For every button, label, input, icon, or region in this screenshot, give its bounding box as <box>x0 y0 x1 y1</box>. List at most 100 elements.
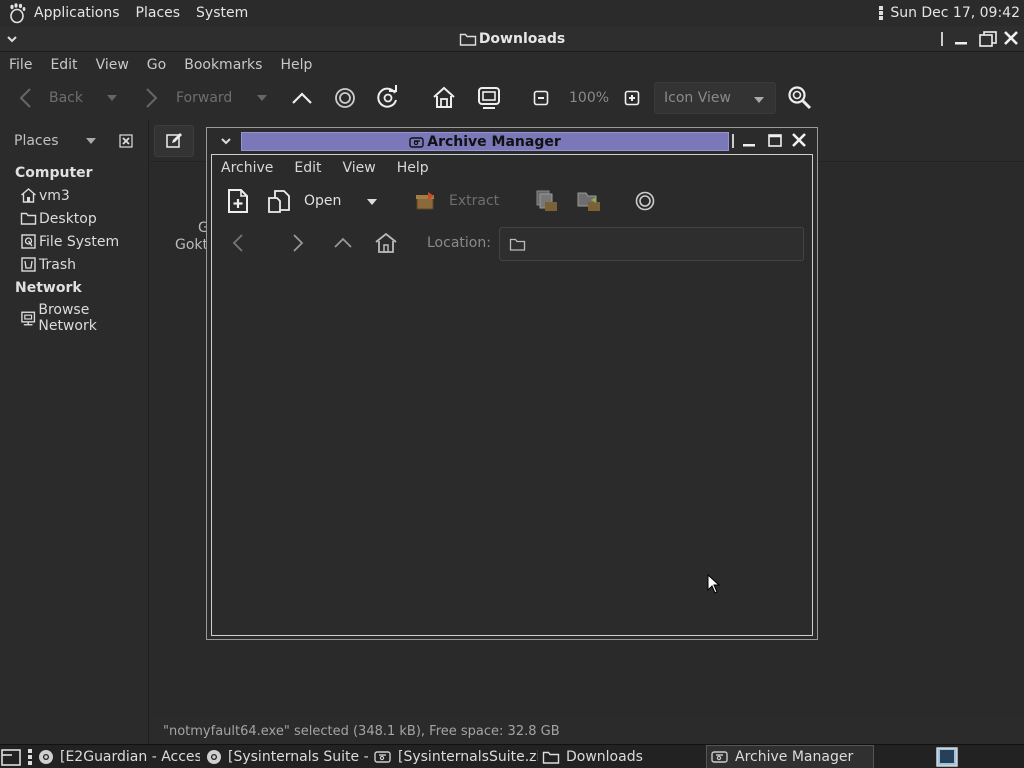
task-label: Downloads <box>566 749 643 765</box>
chevron-down-icon <box>86 138 96 144</box>
stop-icon[interactable] <box>634 190 656 212</box>
menu-help[interactable]: Help <box>280 57 312 73</box>
clock[interactable]: Sun Dec 17, 09:42 <box>890 5 1020 21</box>
gnome-foot-icon[interactable] <box>6 2 28 24</box>
add-files-icon[interactable] <box>533 189 559 213</box>
archive-manager-titlebar: Archive Manager <box>207 128 817 154</box>
close-icon[interactable] <box>1002 29 1020 47</box>
home-icon[interactable] <box>431 85 457 111</box>
add-folder-icon[interactable] <box>576 189 602 213</box>
back-history-dropdown-icon[interactable] <box>106 94 118 102</box>
menu-view[interactable]: View <box>96 57 129 73</box>
sidebar-item-label: Trash <box>39 256 76 273</box>
archive-manager-window: Archive Manager Archive Edit View Help O… <box>206 127 818 640</box>
folder-icon <box>459 33 477 46</box>
window-menu-icon[interactable] <box>220 137 232 147</box>
back-arrow-icon[interactable] <box>230 232 246 254</box>
applications-menu[interactable]: Applications <box>34 5 120 21</box>
menu-file[interactable]: File <box>9 57 32 73</box>
folder-icon <box>542 751 560 764</box>
close-sidebar-icon[interactable] <box>119 134 133 148</box>
close-icon[interactable] <box>790 131 808 149</box>
separator <box>941 32 943 46</box>
sidebar-item-desktop[interactable]: Desktop <box>20 210 97 227</box>
reload-icon[interactable] <box>375 85 401 111</box>
task-label: Archive Manager <box>735 749 854 765</box>
extract-label: Extract <box>449 193 500 209</box>
folder-icon <box>509 238 526 251</box>
archive-file-list[interactable] <box>212 270 812 635</box>
workspace-switcher-icon[interactable] <box>936 747 958 767</box>
archive-manager-icon <box>374 751 391 763</box>
home-icon <box>21 188 36 203</box>
forward-button[interactable]: Forward <box>141 78 232 118</box>
open-button[interactable]: Open <box>267 187 341 215</box>
trash-icon <box>21 257 36 272</box>
top-panel: Applications Places System <box>0 0 1024 26</box>
clock-area[interactable]: Sun Dec 17, 09:42 <box>878 0 1020 26</box>
forward-arrow-icon[interactable] <box>290 232 306 254</box>
extract-button[interactable]: Extract <box>414 189 499 213</box>
open-recent-dropdown-icon[interactable] <box>366 198 378 206</box>
menu-edit[interactable]: Edit <box>294 160 321 176</box>
task-e2guardian[interactable]: [E2Guardian - Acces... <box>38 745 200 768</box>
zoom-level[interactable]: 100% <box>569 78 609 118</box>
computer-icon[interactable] <box>476 85 502 111</box>
stop-icon[interactable] <box>333 86 357 110</box>
edit-location-button[interactable] <box>154 125 194 157</box>
task-sysinternalssuite-zip[interactable]: [SysinternalsSuite.zip ] <box>374 745 538 768</box>
forward-label: Forward <box>176 90 233 106</box>
view-mode-label: Icon View <box>664 90 731 106</box>
places-menu[interactable]: Places <box>136 5 181 21</box>
minimize-icon[interactable] <box>740 132 758 150</box>
open-label: Open <box>304 193 342 209</box>
menu-help[interactable]: Help <box>397 160 429 176</box>
network-icon <box>21 311 36 325</box>
menu-archive[interactable]: Archive <box>221 160 273 176</box>
window-title: Archive Manager <box>241 132 729 151</box>
file-item-label-partial[interactable]: Gokt <box>175 237 208 253</box>
task-sysinternals-suite[interactable]: [Sysinternals Suite - ... <box>206 745 370 768</box>
file-manager-titlebar: Downloads <box>0 26 1024 52</box>
home-icon[interactable] <box>374 231 398 255</box>
up-arrow-icon[interactable] <box>290 86 314 110</box>
zoom-out-icon[interactable] <box>533 90 549 106</box>
forward-history-dropdown-icon[interactable] <box>256 94 268 102</box>
location-input[interactable] <box>499 227 804 261</box>
new-archive-icon[interactable] <box>226 188 250 214</box>
task-downloads[interactable]: Downloads <box>542 745 702 768</box>
network-heading: Network <box>15 280 82 296</box>
maximize-icon[interactable] <box>766 132 784 150</box>
menu-edit[interactable]: Edit <box>50 57 77 73</box>
task-label: [SysinternalsSuite.zip ] <box>398 749 538 765</box>
places-label: Places <box>14 133 59 149</box>
status-text: "notmyfault64.exe" selected (348.1 kB), … <box>163 723 560 739</box>
back-arrow-icon <box>19 88 31 108</box>
zoom-in-icon[interactable] <box>624 90 640 106</box>
sidebar-item-vm3[interactable]: vm3 <box>20 187 70 204</box>
minimize-icon[interactable] <box>952 30 970 48</box>
separator <box>732 134 734 148</box>
places-selector[interactable]: Places <box>0 120 149 162</box>
view-mode-select[interactable]: Icon View <box>654 82 776 114</box>
search-icon[interactable] <box>787 85 813 111</box>
system-menu[interactable]: System <box>196 5 248 21</box>
archive-manager-icon <box>409 136 424 148</box>
mouse-cursor-icon <box>707 574 721 594</box>
sidebar-item-file-system[interactable]: File System <box>20 233 119 250</box>
maximize-icon[interactable] <box>978 30 998 48</box>
menu-view[interactable]: View <box>343 160 376 176</box>
edit-icon <box>166 133 182 148</box>
sidebar-item-label: vm3 <box>39 187 70 204</box>
show-desktop-icon[interactable] <box>0 747 24 767</box>
sidebar-item-browse-network[interactable]: Browse Network <box>20 302 148 334</box>
menu-go[interactable]: Go <box>147 57 166 73</box>
back-button[interactable]: Back <box>16 78 83 118</box>
handle-dots-icon <box>28 749 32 765</box>
task-archive-manager[interactable]: Archive Manager <box>706 745 874 768</box>
up-arrow-icon[interactable] <box>332 235 354 251</box>
handle-dots-icon <box>879 6 884 20</box>
menu-bookmarks[interactable]: Bookmarks <box>184 57 262 73</box>
window-title-text: Archive Manager <box>427 133 561 150</box>
sidebar-item-trash[interactable]: Trash <box>20 256 76 273</box>
